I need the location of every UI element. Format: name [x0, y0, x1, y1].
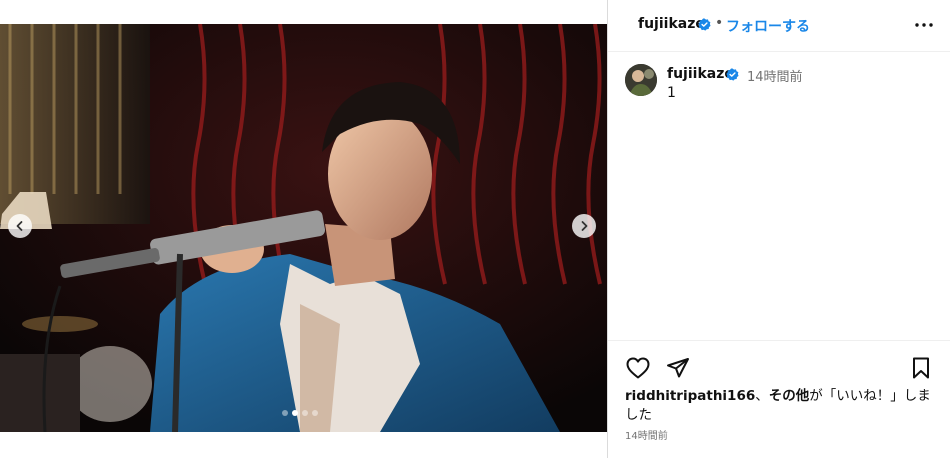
likes-summary: riddhitripathi166、その他が「いいね！」しました	[625, 387, 935, 425]
chevron-left-icon	[16, 221, 23, 231]
verified-badge-icon	[726, 68, 739, 81]
post-photo	[0, 24, 607, 432]
likes-separator: 、	[755, 388, 769, 404]
caption-username[interactable]: fujiikaze	[667, 66, 734, 82]
header-separator: •	[715, 15, 724, 31]
carousel-indicator	[282, 410, 318, 416]
save-button[interactable]	[908, 355, 934, 381]
header-username[interactable]: fujiikaze	[638, 16, 705, 32]
post-media[interactable]	[0, 24, 607, 432]
post-dialog: fujiikaze • フォローする fujiikaze 14時間前 1 rid…	[0, 0, 950, 458]
paper-plane-icon	[667, 358, 689, 378]
next-slide-button[interactable]	[572, 214, 596, 238]
post-side-panel: fujiikaze • フォローする fujiikaze 14時間前 1 rid…	[607, 0, 950, 458]
carousel-dot	[282, 410, 288, 416]
avatar-image	[625, 64, 657, 96]
chevron-right-icon	[581, 221, 588, 231]
likes-others-link[interactable]: その他	[769, 388, 810, 404]
likes-user-link[interactable]: riddhitripathi166	[625, 388, 755, 404]
post-timestamp[interactable]: 14時間前	[625, 427, 668, 442]
share-button[interactable]	[665, 355, 691, 381]
carousel-dot	[312, 410, 318, 416]
carousel-dot	[302, 410, 308, 416]
like-button[interactable]	[625, 355, 651, 381]
caption-text: 1	[667, 85, 676, 101]
heart-icon	[626, 357, 650, 379]
follow-button[interactable]: フォローする	[726, 16, 810, 36]
carousel-dot	[292, 410, 298, 416]
caption: fujiikaze 14時間前 1	[625, 64, 945, 104]
bookmark-icon	[913, 357, 929, 379]
more-horizontal-icon	[915, 23, 933, 27]
verified-badge-icon	[698, 18, 711, 31]
previous-slide-button[interactable]	[8, 214, 32, 238]
more-options-button[interactable]	[913, 14, 935, 36]
caption-time: 14時間前	[747, 70, 803, 85]
post-header: fujiikaze • フォローする	[608, 0, 950, 52]
post-actions: riddhitripathi166、その他が「いいね！」しました 14時間前	[608, 340, 950, 458]
avatar[interactable]	[625, 64, 657, 96]
